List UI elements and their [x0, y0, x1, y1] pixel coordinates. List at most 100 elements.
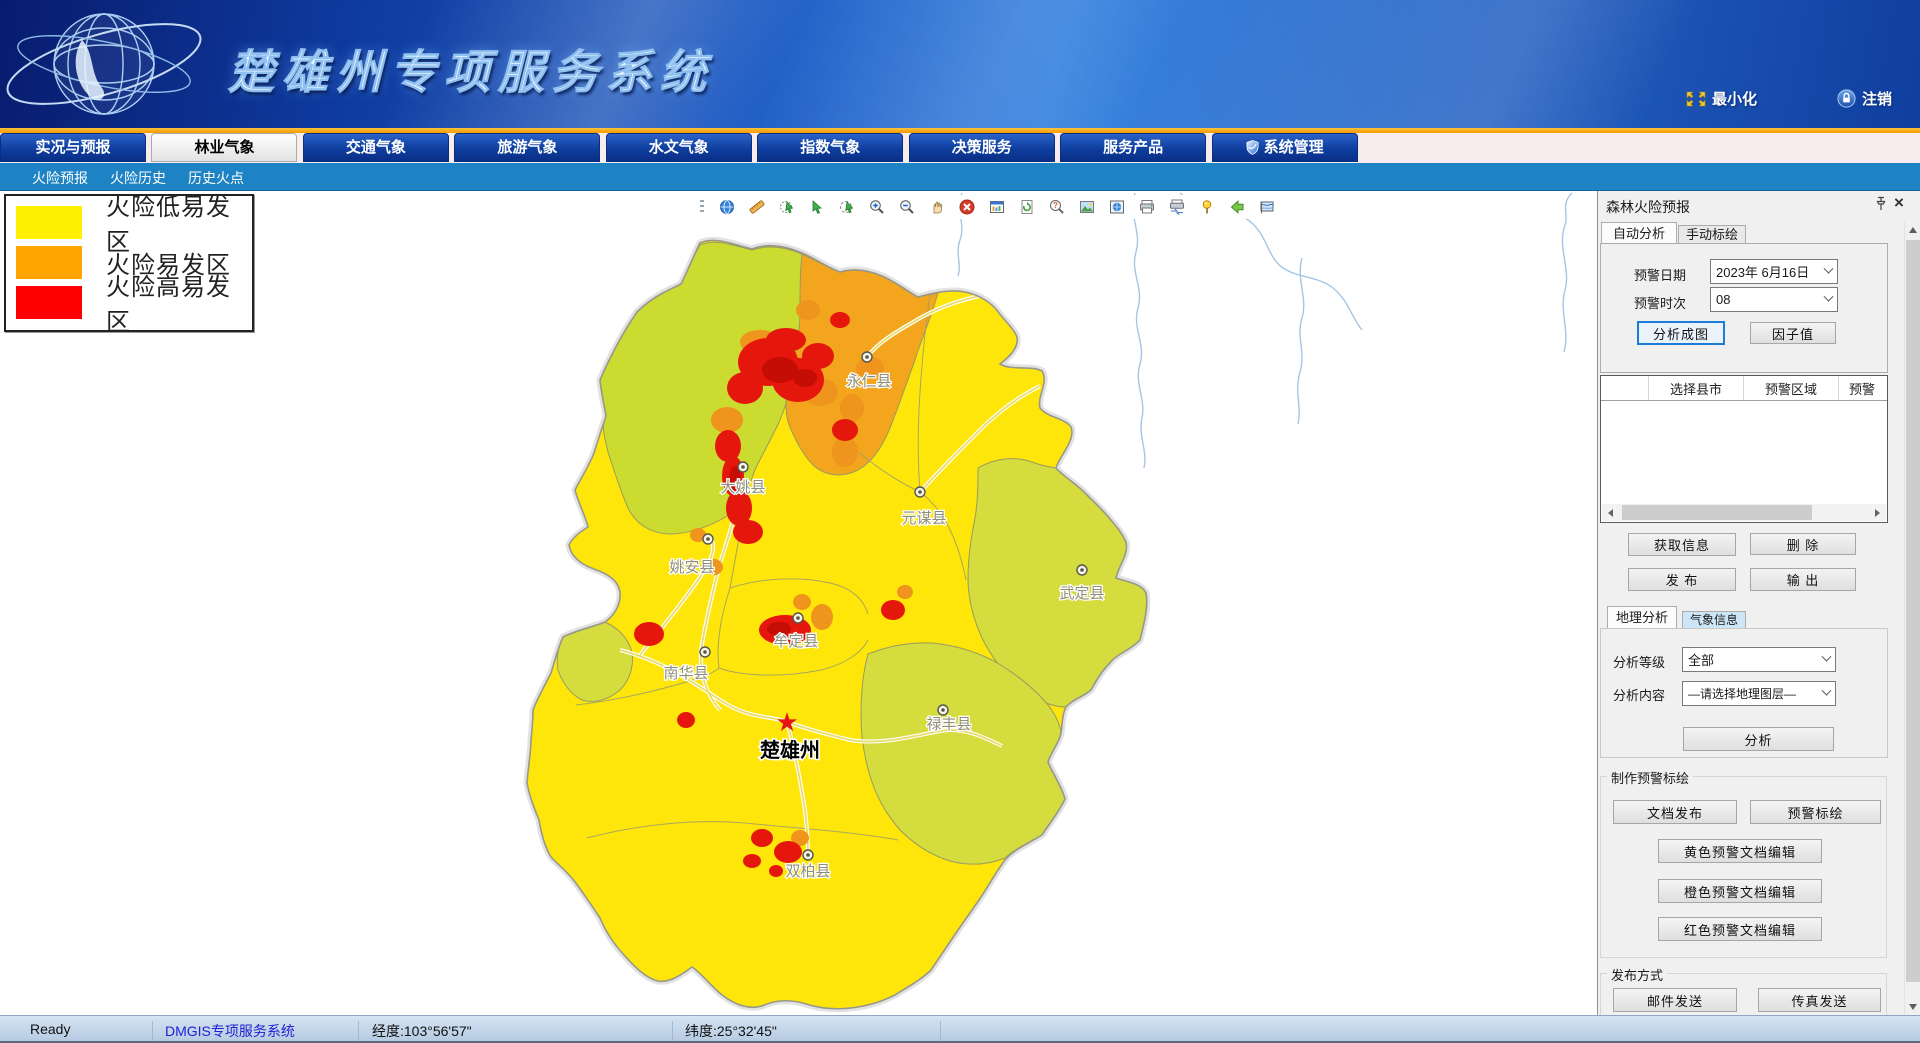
- panel-tab-manual-plot[interactable]: 手动标绘: [1678, 225, 1746, 244]
- tab-system-management[interactable]: 系统管理: [1212, 133, 1358, 162]
- toolbar-identify-button[interactable]: ?: [1049, 199, 1065, 215]
- subnav-fire-forecast[interactable]: 火险预报: [32, 168, 88, 188]
- refresh-page-icon: [1019, 199, 1035, 215]
- vscroll-down-arrow[interactable]: [1905, 999, 1920, 1015]
- toolbar-refresh-button[interactable]: [1019, 199, 1035, 215]
- grid-hscrollbar[interactable]: [1602, 504, 1886, 521]
- status-bar: Ready DMGIS专项服务系统 经度:103°56'57" 纬度:25°32…: [0, 1015, 1920, 1043]
- tab-tourism-weather[interactable]: 旅游气象: [454, 133, 600, 162]
- subnav-historic-fire-points[interactable]: 历史火点: [188, 168, 244, 188]
- chevron-down-icon: [1822, 652, 1832, 662]
- status-separator: [358, 1021, 359, 1041]
- grid-col-warning-level: 预警: [1839, 376, 1885, 400]
- toolbar-print-button[interactable]: [1139, 199, 1155, 215]
- red-warning-doc-button[interactable]: 红色预警文档编辑: [1658, 917, 1822, 941]
- toolbar-pin-button[interactable]: [1199, 199, 1215, 215]
- tab-index-weather[interactable]: 指数气象: [757, 133, 903, 162]
- factor-value-button[interactable]: 因子值: [1750, 322, 1836, 344]
- get-info-button[interactable]: 获取信息: [1628, 533, 1736, 556]
- tab-decision-service[interactable]: 决策服务: [909, 133, 1055, 162]
- warn-date-label: 预警日期: [1634, 265, 1686, 284]
- legend-item-high: 火险高易发区: [6, 282, 252, 322]
- warning-grid[interactable]: 选择县市 预警区域 预警: [1600, 375, 1888, 523]
- export-button[interactable]: 输 出: [1750, 568, 1856, 591]
- fax-send-button[interactable]: 传真发送: [1758, 988, 1881, 1012]
- zoom-out-icon: [899, 199, 915, 215]
- toolbar-select-circle-button[interactable]: [839, 199, 855, 215]
- county-label-yaoan: 姚安县: [669, 559, 714, 576]
- vscroll-thumb[interactable]: [1906, 240, 1920, 982]
- toolbar-pan-button[interactable]: [929, 199, 945, 215]
- toolbar-globe-button[interactable]: [719, 199, 735, 215]
- status-system-name[interactable]: DMGIS专项服务系统: [165, 1021, 295, 1041]
- legend-swatch-low: [16, 206, 82, 239]
- main-tabbar: 实况与预报 林业气象 交通气象 旅游气象 水文气象 指数气象 决策服务 服务产品…: [0, 133, 1920, 163]
- tab-traffic-weather[interactable]: 交通气象: [303, 133, 449, 162]
- toolbar-map-window-button[interactable]: [1109, 199, 1125, 215]
- warn-date-select[interactable]: 2023年 6月16日: [1710, 259, 1838, 284]
- county-label-mouding: 牟定县: [773, 633, 818, 650]
- tab-forestry-weather[interactable]: 林业气象: [151, 133, 297, 162]
- minimize-button[interactable]: 最小化: [1686, 88, 1757, 109]
- orange-warning-doc-button[interactable]: 橙色预警文档编辑: [1658, 879, 1822, 903]
- warn-date-value: 2023年 6月16日: [1716, 262, 1825, 281]
- pan-hand-icon: [929, 199, 945, 215]
- svg-text:?: ?: [1053, 201, 1058, 210]
- delete-button[interactable]: 删 除: [1750, 533, 1856, 555]
- warn-plot-button[interactable]: 预警标绘: [1750, 800, 1881, 824]
- panel-tab-geo-analysis[interactable]: 地理分析: [1607, 606, 1677, 628]
- toolbar-zoom-in-button[interactable]: [869, 199, 885, 215]
- toolbar-measure-button[interactable]: [749, 199, 765, 215]
- tab-live-forecast[interactable]: 实况与预报: [0, 133, 146, 162]
- print-setup-icon: [1169, 199, 1185, 215]
- select-arrow-icon: [809, 199, 825, 215]
- zoom-in-icon: [869, 199, 885, 215]
- county-label-yuanmou: 元谋县: [901, 510, 946, 527]
- hscroll-thumb[interactable]: [1622, 505, 1812, 520]
- toolbar-export-image-button[interactable]: [1079, 199, 1095, 215]
- forest-fire-panel: 森林火险预报 × 自动分析 手动标绘 预警日期 2023年 6月16日 预警时次…: [1597, 191, 1920, 1015]
- grid-col-county: 选择县市: [1649, 376, 1744, 400]
- analysis-content-select[interactable]: —请选择地理图层—: [1682, 681, 1836, 706]
- toolbar-select-arrow-button[interactable]: [809, 199, 825, 215]
- email-send-button[interactable]: 邮件发送: [1613, 988, 1737, 1012]
- toolbar-overview-button[interactable]: [989, 199, 1005, 215]
- toolbar-grip[interactable]: [700, 200, 704, 215]
- yellow-warning-doc-button[interactable]: 黄色预警文档编辑: [1658, 839, 1822, 863]
- toolbar-map-flag-button[interactable]: [1259, 199, 1275, 215]
- export-image-icon: [1079, 199, 1095, 215]
- logout-button[interactable]: 注销: [1837, 88, 1892, 109]
- toolbar-clear-button[interactable]: [959, 199, 975, 215]
- warn-time-select[interactable]: 08: [1710, 287, 1838, 312]
- legend-swatch-high: [16, 286, 82, 319]
- county-label-shuangbai: 双柏县: [785, 863, 830, 880]
- analyze-button[interactable]: 分析: [1683, 727, 1834, 751]
- status-separator: [672, 1021, 673, 1041]
- publish-button[interactable]: 发 布: [1628, 568, 1736, 591]
- toolbar-select-polygon-button[interactable]: [779, 199, 795, 215]
- panel-vscrollbar[interactable]: [1904, 222, 1920, 1015]
- toolbar-zoom-out-button[interactable]: [899, 199, 915, 215]
- vscroll-up-arrow[interactable]: [1905, 222, 1920, 238]
- analyze-map-button[interactable]: 分析成图: [1637, 321, 1725, 345]
- toolbar-print-setup-button[interactable]: [1169, 199, 1185, 215]
- legend-item-low: 火险低易发区: [6, 202, 252, 242]
- panel-tab-weather-info[interactable]: 气象信息: [1682, 611, 1746, 628]
- app-window: 楚雄州专项服务系统 最小化: [0, 0, 1920, 1043]
- status-separator: [152, 1021, 153, 1041]
- tab-hydrology-weather[interactable]: 水文气象: [606, 133, 752, 162]
- analysis-level-select[interactable]: 全部: [1682, 647, 1836, 672]
- pin-icon[interactable]: [1874, 196, 1888, 212]
- toolbar-back-button[interactable]: [1229, 199, 1245, 215]
- select-polygon-icon: [779, 199, 795, 215]
- panel-tab-auto-analysis[interactable]: 自动分析: [1601, 222, 1677, 244]
- tab-service-products[interactable]: 服务产品: [1060, 133, 1206, 162]
- hscroll-left-arrow[interactable]: [1602, 504, 1619, 521]
- logout-label: 注销: [1862, 88, 1892, 109]
- chevron-down-icon: [1822, 686, 1832, 696]
- doc-publish-button[interactable]: 文档发布: [1613, 800, 1737, 824]
- panel-close-icon[interactable]: ×: [1894, 193, 1904, 213]
- hscroll-right-arrow[interactable]: [1869, 504, 1886, 521]
- warn-time-value: 08: [1716, 292, 1825, 307]
- subnav-fire-history[interactable]: 火险历史: [110, 168, 166, 188]
